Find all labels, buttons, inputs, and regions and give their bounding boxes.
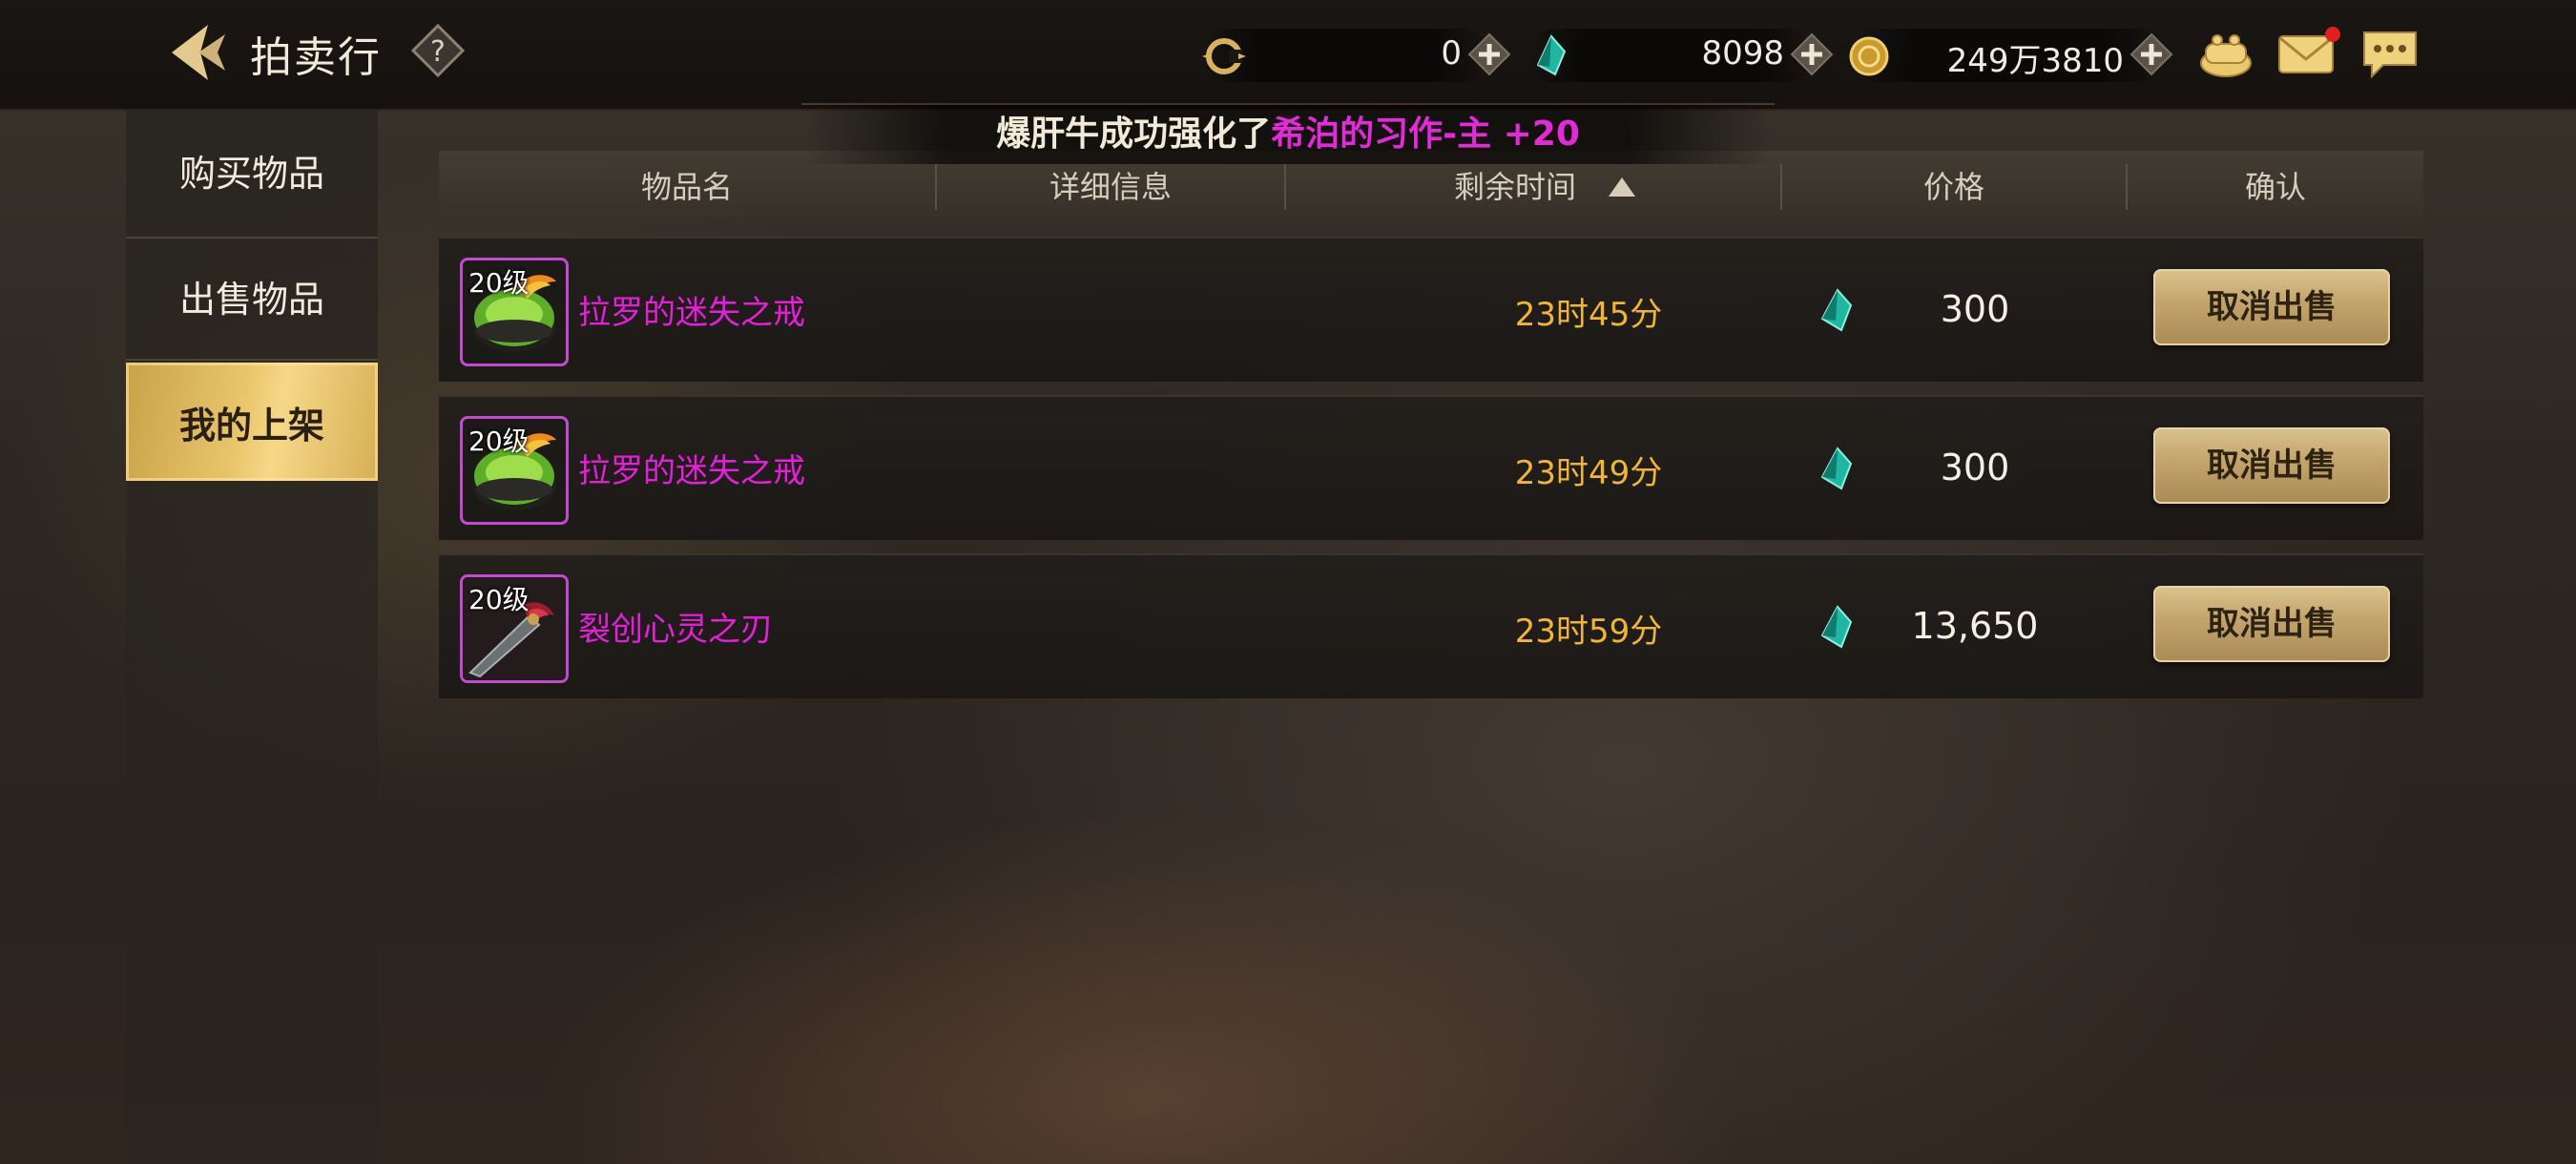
add-currency-c-button[interactable] [1467, 32, 1511, 76]
column-header-confirm: 确认 [2244, 169, 2306, 205]
gold-c-icon [1202, 38, 1246, 74]
item-level: 20级 [468, 267, 530, 299]
time-remaining: 23时45分 [1514, 296, 1663, 334]
sidebar-item-buy[interactable]: 购买物品 [126, 111, 378, 229]
price-value: 300 [1940, 288, 2010, 330]
time-remaining: 23时59分 [1514, 613, 1663, 651]
green-ring-icon[interactable]: 20级 [460, 258, 569, 366]
sidebar-item-sell[interactable]: 出售物品 [126, 237, 378, 355]
sidebar: 购买物品 出售物品 我的上架 [126, 109, 378, 1164]
table-row: 20级 拉罗的迷失之戒 23时49分 300 取消出售 [439, 395, 2423, 540]
time-remaining: 23时49分 [1514, 454, 1663, 492]
table-row: 20级 拉罗的迷失之戒 23时45分 300 取消出售 [439, 237, 2423, 382]
currency-value-coin: 249万3810 [1946, 42, 2124, 80]
sidebar-divider [126, 359, 378, 361]
bag-icon[interactable] [2196, 27, 2255, 82]
cancel-sale-button[interactable]: 取消出售 [2153, 586, 2390, 662]
svg-text:?: ? [430, 35, 446, 69]
system-notice: 爆肝牛成功强化了希泊的习作-主 +20 [801, 103, 1775, 164]
column-header-price[interactable]: 价格 [1782, 151, 2126, 223]
currency-value-gem: 8098 [1701, 34, 1784, 73]
item-level: 20级 [468, 426, 530, 457]
item-name[interactable]: 拉罗的迷失之戒 [578, 445, 805, 491]
sort-ascending-icon[interactable] [1609, 177, 1635, 197]
notice-prefix: 爆肝牛成功强化了 [996, 114, 1272, 154]
item-level: 20级 [468, 584, 530, 615]
teal-gem-icon [1820, 447, 1853, 490]
item-name[interactable]: 裂创心灵之刃 [578, 603, 773, 650]
blade-icon[interactable]: 20级 [460, 574, 569, 683]
page-title: 拍卖行 [250, 33, 382, 82]
price-value: 300 [1940, 447, 2010, 488]
gold-coin-icon [1849, 36, 1889, 76]
back-arrow-icon[interactable] [162, 19, 235, 86]
cancel-sale-button[interactable]: 取消出售 [2153, 269, 2390, 345]
add-currency-gem-button[interactable] [1790, 32, 1834, 76]
teal-gem-icon [1536, 34, 1567, 76]
notice-highlight: 希泊的习作-主 +20 [1271, 114, 1580, 154]
cancel-sale-button[interactable]: 取消出售 [2153, 427, 2390, 504]
add-currency-coin-button[interactable] [2129, 32, 2173, 76]
table-row: 20级 裂创心灵之刃 23时59分 13,650 取消出售 [439, 553, 2423, 698]
top-bar: 拍卖行 ? 0 8098 249万3810 [0, 0, 2576, 111]
chat-icon[interactable] [2360, 27, 2420, 82]
question-icon[interactable]: ? [410, 23, 466, 78]
price-value: 13,650 [1911, 605, 2039, 647]
green-ring-icon[interactable]: 20级 [460, 416, 569, 525]
currency-value-c: 0 [1441, 34, 1462, 73]
mail-notification-dot [2325, 27, 2340, 42]
teal-gem-icon [1820, 288, 1853, 332]
item-name[interactable]: 拉罗的迷失之戒 [578, 286, 805, 333]
teal-gem-icon [1820, 605, 1853, 649]
sidebar-item-my-listings[interactable]: 我的上架 [126, 363, 378, 481]
